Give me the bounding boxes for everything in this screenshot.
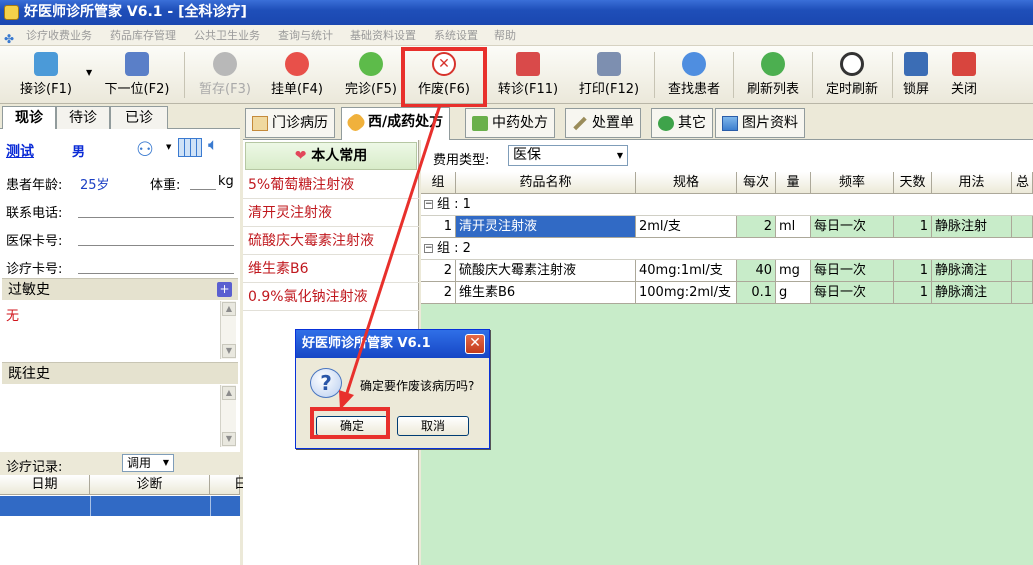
annotation-arrow [339,104,442,410]
